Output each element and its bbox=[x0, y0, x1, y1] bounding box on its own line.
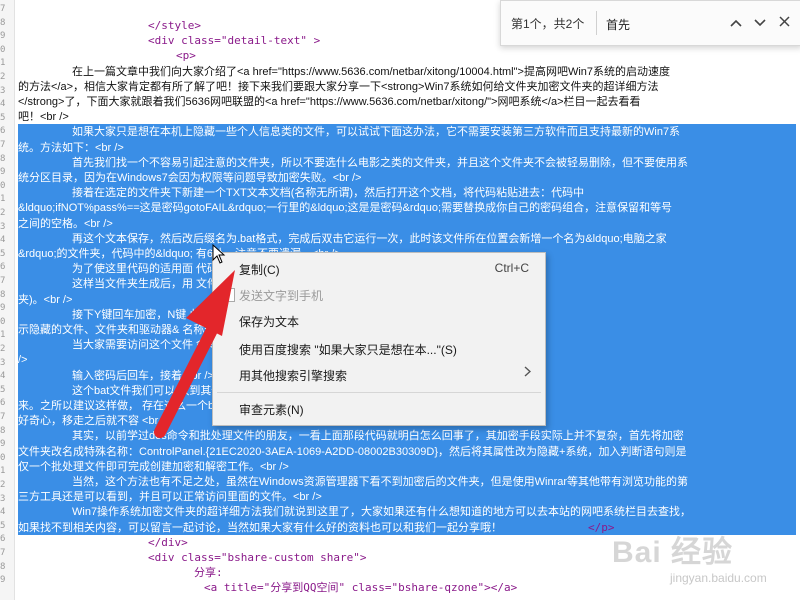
line-number: 8 bbox=[0, 289, 6, 300]
line-number: 9 bbox=[0, 439, 6, 450]
selected-code-line: 再这个文本保存，然后改后缀名为.bat格式，完成后双击它运行一次，此时该文件所在… bbox=[72, 232, 667, 245]
menu-item-other-search-label: 用其他搜索引擎搜索 bbox=[239, 369, 348, 383]
chevron-right-icon bbox=[524, 366, 532, 380]
code-line: </strong>了，下面大家就跟着我们5636网吧联盟的<a href="ht… bbox=[18, 96, 641, 108]
menu-item-baidu-search-label: 使用百度搜索 "如果大家只是想在本..."(S) bbox=[239, 343, 457, 357]
menu-item-inspect-element-label: 审查元素(N) bbox=[239, 403, 304, 417]
line-number: 3 bbox=[0, 221, 6, 232]
line-number: 7 bbox=[0, 548, 6, 558]
menu-item-send-to-phone-label: 发送文字到手机 bbox=[239, 289, 324, 303]
line-number: 6 bbox=[0, 398, 6, 409]
selected-code-line: 统分区目录，因为在Windows7会因为权限等问题导致加密失败。<br /> bbox=[18, 172, 362, 184]
line-number: 1 bbox=[0, 466, 6, 477]
find-divider bbox=[596, 11, 597, 35]
selected-code-line: 统。方法如下：<br /> bbox=[18, 141, 124, 154]
line-number: 3 bbox=[0, 85, 6, 96]
line-number: 4 bbox=[0, 235, 6, 246]
selected-code-line: 如果大家只是想在本机上隐藏一些个人信息类的文件，可以试试下面这办法，它不需要安装… bbox=[72, 126, 681, 139]
line-number: 7 bbox=[0, 140, 6, 150]
line-number: 5 bbox=[0, 520, 6, 531]
menu-item-copy-shortcut: Ctrl+C bbox=[494, 261, 529, 275]
code-line: <p> bbox=[176, 49, 196, 63]
selected-code-line: 文件夹改名成特殊名称：ControlPanel.{21EC2020-3AEA-1… bbox=[18, 445, 687, 458]
line-number: 0 bbox=[0, 316, 6, 327]
line-number: 1 bbox=[0, 194, 6, 205]
context-menu: 复制(C) Ctrl+C 发送文字到手机 保存为文本 使用百度搜索 "如果大家只… bbox=[212, 252, 546, 426]
line-number: 2 bbox=[0, 208, 6, 218]
find-match-count: 第1个，共2个 bbox=[511, 17, 585, 31]
line-number: 4 bbox=[0, 371, 6, 382]
selected-code-line: 首先我们找一个不容易引起注意的文件夹，所以不要选什么电影之类的文件夹，并且这个文… bbox=[72, 156, 688, 169]
code-line: 吧！<br /> bbox=[18, 111, 69, 124]
menu-divider bbox=[217, 392, 541, 393]
mouse-cursor-icon bbox=[212, 244, 226, 264]
line-number: 9 bbox=[0, 167, 6, 178]
line-number: 0 bbox=[0, 180, 6, 191]
line-number: 7 bbox=[0, 412, 6, 422]
line-number: 9 bbox=[0, 31, 6, 42]
selected-code-line: 三方工具还是可以看到，并且可以正常访问里面的文件。<br /> bbox=[18, 491, 322, 504]
line-number: 6 bbox=[0, 262, 6, 273]
line-number: 4 bbox=[0, 507, 6, 518]
menu-item-baidu-search[interactable]: 使用百度搜索 "如果大家只是想在本..."(S) bbox=[213, 335, 545, 361]
line-number: 2 bbox=[0, 344, 6, 354]
baidu-jingyan-watermark: Bai 经验 jingyan.baidu.com bbox=[612, 527, 792, 593]
line-number: 9 bbox=[0, 575, 6, 586]
line-number: 4 bbox=[0, 99, 6, 110]
line-number: 1 bbox=[0, 58, 6, 69]
chevron-down-icon bbox=[754, 19, 766, 27]
line-number: 2 bbox=[0, 72, 6, 82]
menu-item-other-search[interactable]: 用其他搜索引擎搜索 bbox=[213, 361, 545, 387]
phone-icon bbox=[221, 288, 235, 302]
selected-code-line: 当然，这个方法也有不足之处，虽然在Windows资源管理器下看不到加密后的文件夹… bbox=[72, 476, 689, 488]
line-number: 7 bbox=[0, 276, 6, 286]
close-icon bbox=[778, 16, 790, 27]
line-number: 7 bbox=[0, 4, 6, 14]
chevron-up-icon bbox=[730, 19, 742, 27]
line-number: 5 bbox=[0, 384, 6, 395]
line-number: 6 bbox=[0, 534, 6, 545]
selected-code-line: 接着在选定的文件夹下新建一个TXT文本文档(名称无所谓)，然后打开这个文档，将代… bbox=[72, 187, 585, 200]
line-number: 3 bbox=[0, 357, 6, 368]
find-bar: 第1个，共2个 bbox=[500, 0, 800, 46]
menu-item-inspect-element[interactable]: 审查元素(N) bbox=[213, 395, 545, 421]
p-close-tag: </p> bbox=[588, 520, 615, 534]
code-line: 在上一篇文章中我们向大家介绍了<a href="https://www.5636… bbox=[72, 65, 671, 78]
selected-code-line: 之间的空格。<br /> bbox=[18, 217, 113, 230]
find-prev-button[interactable] bbox=[725, 12, 747, 34]
line-number: 0 bbox=[0, 452, 6, 463]
line-number: 0 bbox=[0, 44, 6, 55]
menu-item-save-as-text[interactable]: 保存为文本 bbox=[213, 307, 545, 333]
selected-code-line: &ldquo;ifNOT%pass%==这是密码gotoFAIL&rdquo;一… bbox=[18, 202, 673, 215]
find-input[interactable] bbox=[604, 12, 718, 36]
selected-code-line: Win7操作系统加密文件夹的超详细方法我们就说到这里了，大家如果还有什么想知道的… bbox=[72, 506, 692, 519]
menu-item-copy[interactable]: 复制(C) Ctrl+C bbox=[213, 255, 545, 281]
watermark-url: jingyan.baidu.com bbox=[670, 571, 767, 585]
line-number: 8 bbox=[0, 561, 6, 572]
line-number: 3 bbox=[0, 493, 6, 504]
line-number-gutter: 7 8 9 0 1 2 3 4 5 6 7 8 9 0 1 2 3 4 5 6 7 8 9 0 1 2 3 4 5 6 7 8 9 0 1 2 3 4 5 6… bbox=[0, 0, 15, 600]
line-number: 8 bbox=[0, 153, 6, 164]
line-number: 2 bbox=[0, 480, 6, 490]
line-number: 8 bbox=[0, 425, 6, 436]
find-next-button[interactable] bbox=[749, 12, 771, 34]
selected-code-line: 其实，以前学过dos命令和批处理文件的朋友，一看上面那段代码就明白怎么回事了，其… bbox=[72, 430, 684, 443]
menu-item-send-to-phone: 发送文字到手机 bbox=[213, 281, 545, 307]
code-line: 的方法</a>，相信大家肯定都有所了解了吧！接下来我们要跟大家分享一下<stro… bbox=[18, 80, 659, 93]
line-number: 5 bbox=[0, 112, 6, 123]
find-close-button[interactable] bbox=[773, 12, 795, 34]
selected-code-line: 仅一个批处理文件即可完成创建加密和解密工作。<br /> bbox=[18, 460, 289, 473]
menu-item-copy-label: 复制(C) bbox=[239, 263, 280, 277]
line-number: 8 bbox=[0, 17, 6, 28]
watermark-brand: Bai 经验 bbox=[612, 536, 734, 569]
line-number: 1 bbox=[0, 330, 6, 341]
line-number: 5 bbox=[0, 248, 6, 259]
line-number: 6 bbox=[0, 126, 6, 137]
menu-item-save-as-text-label: 保存为文本 bbox=[239, 315, 300, 329]
line-number: 9 bbox=[0, 303, 6, 314]
